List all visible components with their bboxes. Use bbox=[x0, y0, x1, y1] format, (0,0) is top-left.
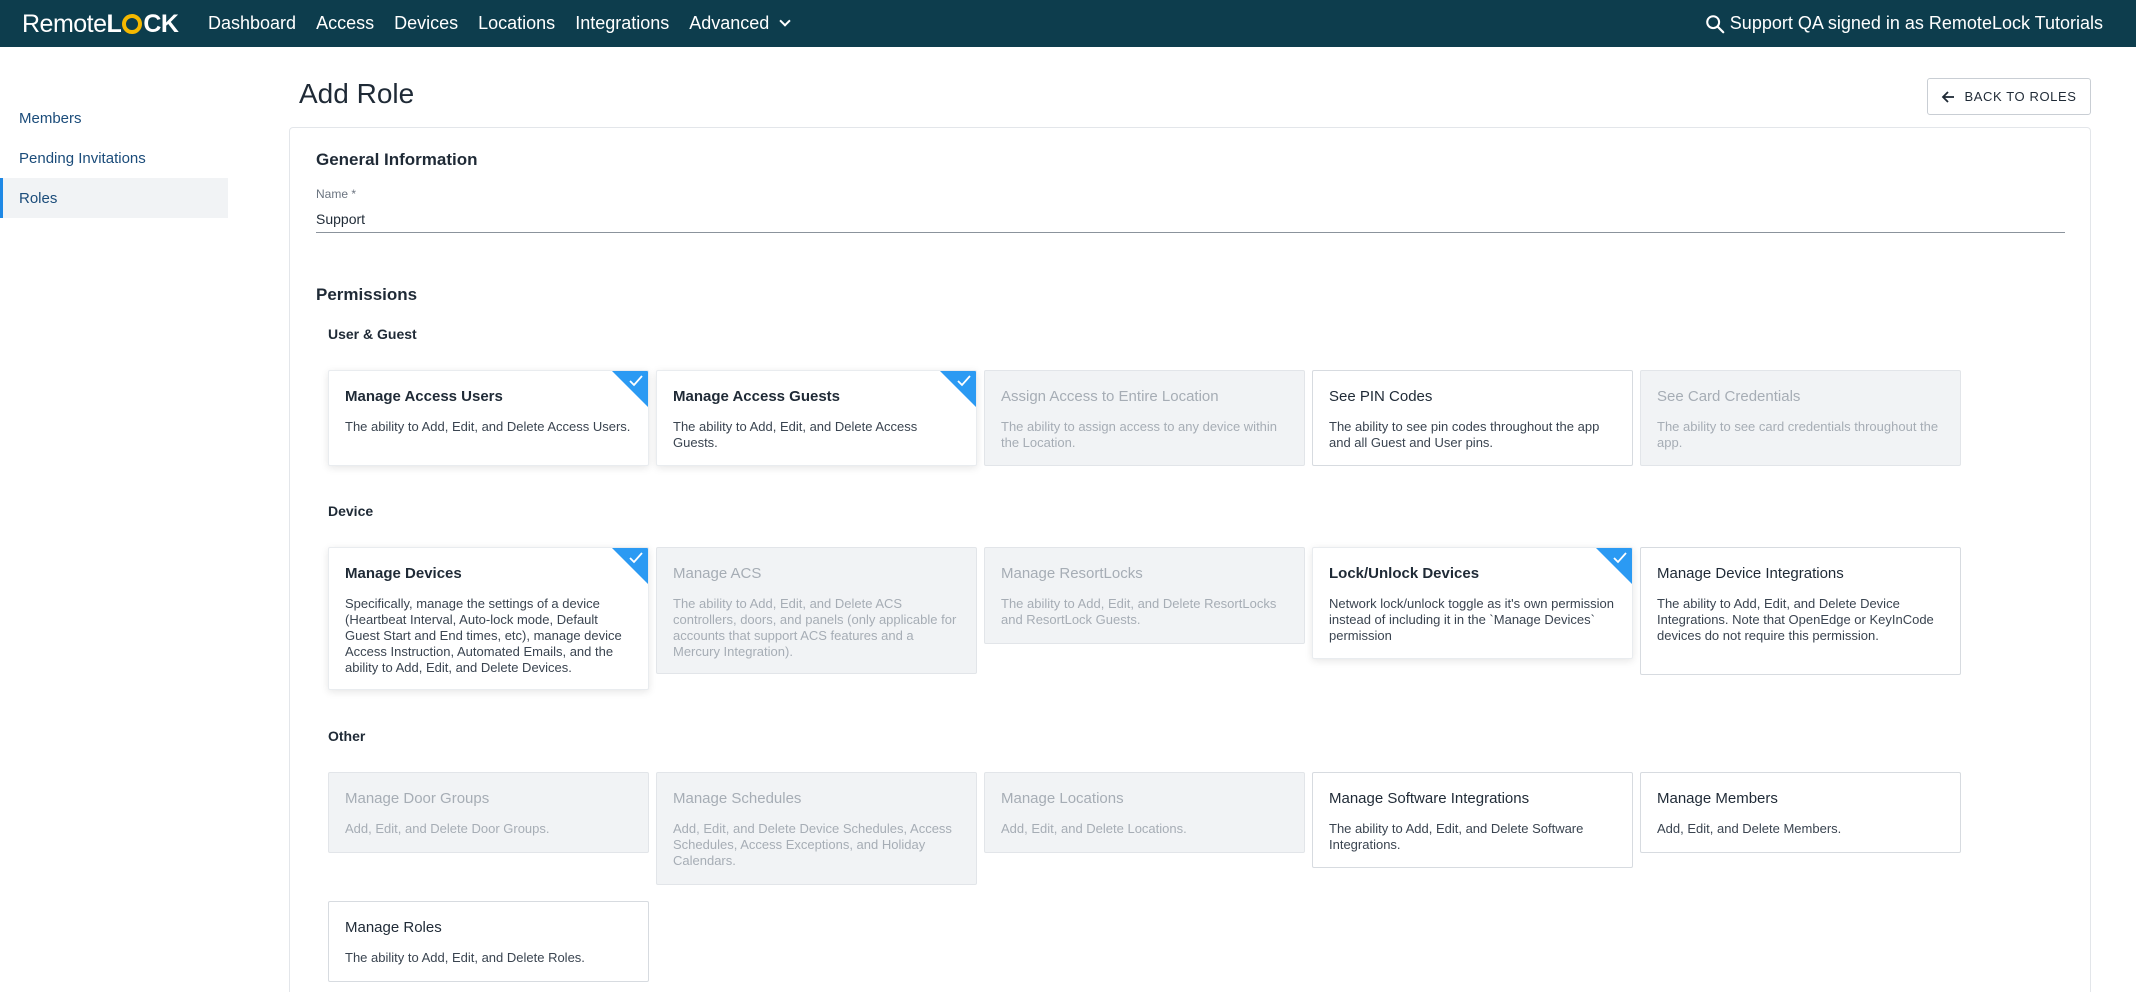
permission-description: The ability to Add, Edit, and Delete Acc… bbox=[345, 419, 631, 434]
permission-title: See PIN Codes bbox=[1329, 388, 1433, 405]
permission-description: The ability to see pin codes throughout … bbox=[1329, 419, 1600, 450]
permission-title: Manage Locations bbox=[1001, 790, 1124, 807]
search-icon[interactable] bbox=[1704, 13, 1726, 35]
sidebar-item-members[interactable]: Members bbox=[0, 98, 228, 138]
permission-title: Manage Devices bbox=[345, 565, 462, 582]
page-title: Add Role bbox=[299, 78, 415, 109]
permission-manage-device-integrations[interactable]: Manage Device Integrations The ability t… bbox=[1640, 547, 1961, 675]
nav-devices[interactable]: Devices bbox=[394, 13, 458, 34]
permission-manage-acs: Manage ACS The ability to Add, Edit, and… bbox=[656, 547, 977, 674]
permission-see-pin-codes[interactable]: See PIN Codes The ability to see pin cod… bbox=[1312, 370, 1633, 466]
checkmark-icon bbox=[629, 375, 643, 387]
permission-manage-locations: Manage Locations Add, Edit, and Delete L… bbox=[984, 772, 1305, 853]
remotelock-logo[interactable]: Remote L CK bbox=[22, 9, 179, 39]
permission-description: The ability to Add, Edit, and Delete Rol… bbox=[345, 950, 585, 965]
permission-title: Manage Device Integrations bbox=[1657, 565, 1844, 582]
permission-manage-devices[interactable]: Manage Devices Specifically, manage the … bbox=[328, 547, 649, 690]
nav-dashboard[interactable]: Dashboard bbox=[208, 13, 296, 34]
permission-description: Specifically, manage the settings of a d… bbox=[345, 596, 622, 675]
group-title-device: Device bbox=[328, 503, 374, 519]
permission-description: Network lock/unlock toggle as it's own p… bbox=[1329, 596, 1614, 643]
logo-text-lock: L CK bbox=[106, 9, 179, 38]
permission-title: See Card Credentials bbox=[1657, 388, 1801, 405]
back-to-roles-label: BACK TO ROLES bbox=[1964, 89, 2077, 104]
permission-assign-access-entire-location: Assign Access to Entire Location The abi… bbox=[984, 370, 1305, 466]
permission-description: The ability to Add, Edit, and Delete Acc… bbox=[673, 419, 918, 450]
permission-title: Manage Schedules bbox=[673, 790, 802, 807]
checkmark-icon bbox=[957, 375, 971, 387]
permission-title: Assign Access to Entire Location bbox=[1001, 388, 1219, 405]
back-to-roles-button[interactable]: BACK TO ROLES bbox=[1927, 78, 2091, 115]
logo-text-remote: Remote bbox=[22, 9, 107, 38]
permission-description: The ability to assign access to any devi… bbox=[1001, 419, 1278, 450]
permission-title: Manage Software Integrations bbox=[1329, 790, 1530, 807]
permission-description: The ability to see card credentials thro… bbox=[1657, 419, 1939, 450]
permission-manage-door-groups: Manage Door Groups Add, Edit, and Delete… bbox=[328, 772, 649, 853]
arrow-left-icon bbox=[1942, 90, 1955, 103]
permission-title: Lock/Unlock Devices bbox=[1329, 565, 1480, 582]
nav-access[interactable]: Access bbox=[316, 13, 374, 34]
permission-title: Manage Door Groups bbox=[345, 790, 490, 807]
sidebar: Members Pending Invitations Roles bbox=[0, 98, 228, 218]
group-title-user-guest: User & Guest bbox=[328, 326, 417, 342]
permission-description: The ability to Add, Edit, and Delete ACS… bbox=[673, 596, 957, 659]
sidebar-item-pending-invitations[interactable]: Pending Invitations bbox=[0, 138, 228, 178]
permission-see-card-credentials: See Card Credentials The ability to see … bbox=[1640, 370, 1961, 466]
permission-title: Manage Access Users bbox=[345, 388, 503, 405]
main-nav: Dashboard Access Devices Locations Integ… bbox=[208, 0, 809, 47]
permissions-title: Permissions bbox=[316, 285, 418, 304]
permission-title: Manage Roles bbox=[345, 919, 442, 936]
nav-integrations[interactable]: Integrations bbox=[575, 13, 669, 34]
permission-manage-members[interactable]: Manage Members Add, Edit, and Delete Mem… bbox=[1640, 772, 1961, 853]
chevron-down-icon bbox=[779, 15, 791, 27]
permission-manage-roles[interactable]: Manage Roles The ability to Add, Edit, a… bbox=[328, 901, 649, 982]
permission-description: The ability to Add, Edit, and Delete Res… bbox=[1001, 596, 1277, 627]
permission-title: Manage Members bbox=[1657, 790, 1778, 807]
user-account-menu[interactable]: Support QA signed in as RemoteLock Tutor… bbox=[1730, 13, 2103, 34]
nav-advanced-dropdown[interactable]: Advanced bbox=[689, 13, 791, 34]
nav-locations[interactable]: Locations bbox=[478, 13, 555, 34]
permission-title: Manage ResortLocks bbox=[1001, 565, 1143, 582]
permission-lock-unlock-devices[interactable]: Lock/Unlock Devices Network lock/unlock … bbox=[1312, 547, 1633, 659]
permission-manage-schedules: Manage Schedules Add, Edit, and Delete D… bbox=[656, 772, 977, 885]
permission-manage-access-guests[interactable]: Manage Access Guests The ability to Add,… bbox=[656, 370, 977, 466]
permission-manage-access-users[interactable]: Manage Access Users The ability to Add, … bbox=[328, 370, 649, 466]
name-field-label: Name * bbox=[316, 187, 357, 201]
permission-title: Manage Access Guests bbox=[673, 388, 841, 405]
permission-description: The ability to Add, Edit, and Delete Dev… bbox=[1657, 596, 1934, 643]
logo-lock-o-icon bbox=[122, 14, 143, 34]
permission-manage-software-integrations[interactable]: Manage Software Integrations The ability… bbox=[1312, 772, 1633, 868]
checkmark-icon bbox=[629, 552, 643, 564]
nav-advanced-label: Advanced bbox=[689, 13, 770, 33]
permission-description: Add, Edit, and Delete Members. bbox=[1657, 821, 1842, 836]
permission-description: Add, Edit, and Delete Device Schedules, … bbox=[673, 821, 952, 868]
checkmark-icon bbox=[1613, 552, 1627, 564]
permission-title: Manage ACS bbox=[673, 565, 762, 582]
top-navigation-bar: Remote L CK Dashboard Access Devices Loca… bbox=[0, 0, 2136, 47]
group-title-other: Other bbox=[328, 728, 366, 744]
sidebar-item-roles[interactable]: Roles bbox=[0, 178, 228, 218]
role-name-input[interactable] bbox=[316, 206, 2065, 233]
permission-description: Add, Edit, and Delete Door Groups. bbox=[345, 821, 550, 836]
general-information-title: General Information bbox=[316, 150, 478, 169]
permission-description: The ability to Add, Edit, and Delete Sof… bbox=[1329, 821, 1584, 852]
permission-description: Add, Edit, and Delete Locations. bbox=[1001, 821, 1187, 836]
permission-manage-resortlocks: Manage ResortLocks The ability to Add, E… bbox=[984, 547, 1305, 644]
